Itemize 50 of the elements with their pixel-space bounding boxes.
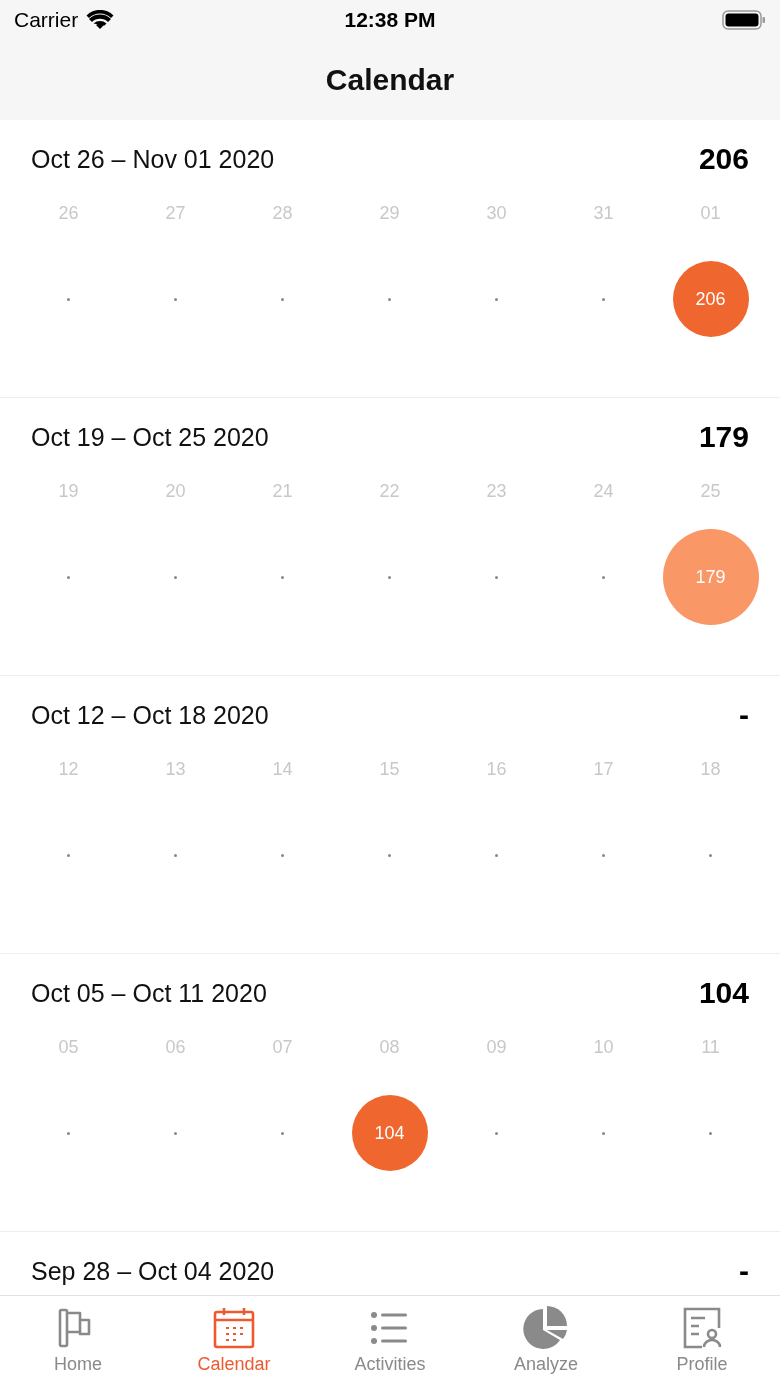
tab-item[interactable]: Activities (312, 1296, 468, 1387)
week-range: Oct 19 – Oct 25 2020 (31, 422, 269, 452)
empty-day-dot (495, 575, 498, 579)
screen-title: Calendar (325, 63, 455, 97)
week-range: Oct 05 – Oct 11 2020 (31, 978, 267, 1008)
empty-day-dot (174, 297, 177, 301)
tab-item[interactable]: Calendar (156, 1296, 312, 1387)
empty-day-dot (602, 297, 605, 301)
empty-day-dot (174, 1131, 177, 1135)
empty-day-dot (602, 575, 605, 579)
status-time: 12:38 PM (344, 8, 436, 32)
week-total: 206 (698, 142, 749, 176)
empty-day-dot (67, 575, 70, 579)
week-range: Sep 28 – Oct 04 2020 (31, 1256, 275, 1286)
empty-day-dot (602, 853, 605, 857)
tab-item[interactable]: Analyze (468, 1296, 624, 1387)
calendar-icon (212, 1306, 256, 1350)
empty-day-dot (174, 575, 177, 579)
empty-day-dot (602, 1131, 605, 1135)
empty-day-dot (388, 853, 391, 857)
empty-day-dot (495, 297, 498, 301)
activity-bubble[interactable]: 104 (351, 1095, 428, 1171)
empty-day-dot (388, 297, 391, 301)
battery-icon (722, 10, 766, 30)
week-total: - (739, 698, 749, 732)
empty-day-dot (709, 853, 712, 857)
week-total: 179 (698, 420, 749, 454)
empty-day-dot (495, 1131, 498, 1135)
tab-item[interactable]: Profile (624, 1296, 780, 1387)
empty-day-dot (281, 1131, 284, 1135)
empty-day-dot (281, 853, 284, 857)
empty-day-dot (388, 575, 391, 579)
empty-day-dot (67, 1131, 70, 1135)
week-range: Oct 12 – Oct 18 2020 (31, 700, 269, 730)
activity-bubble[interactable]: 179 (662, 529, 759, 625)
activity-bubble[interactable]: 206 (672, 261, 749, 337)
empty-day-dot (495, 853, 498, 857)
empty-day-dot (281, 297, 284, 301)
week-range: Oct 26 – Nov 01 2020 (31, 144, 275, 174)
empty-day-dot (174, 853, 177, 857)
pie-chart-icon (522, 1306, 570, 1350)
wifi-icon (86, 10, 115, 30)
week-total: - (739, 1254, 749, 1288)
empty-day-dot (67, 297, 70, 301)
empty-day-dot (281, 575, 284, 579)
empty-day-dot (67, 853, 70, 857)
tab-item[interactable]: Home (0, 1296, 156, 1387)
week-total: 104 (698, 976, 749, 1010)
carrier-label: Carrier (14, 8, 79, 32)
empty-day-dot (709, 1131, 712, 1135)
